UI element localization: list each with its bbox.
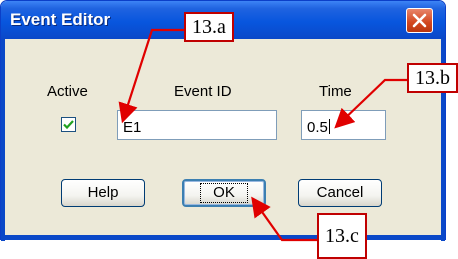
callout-13c: 13.c <box>317 213 367 259</box>
arrow-13a <box>118 28 185 124</box>
callout-13b: 13.b <box>407 63 458 93</box>
arrow-13c <box>251 196 318 242</box>
callout-13a: 13.a <box>184 12 234 42</box>
arrow-13b <box>334 78 408 129</box>
